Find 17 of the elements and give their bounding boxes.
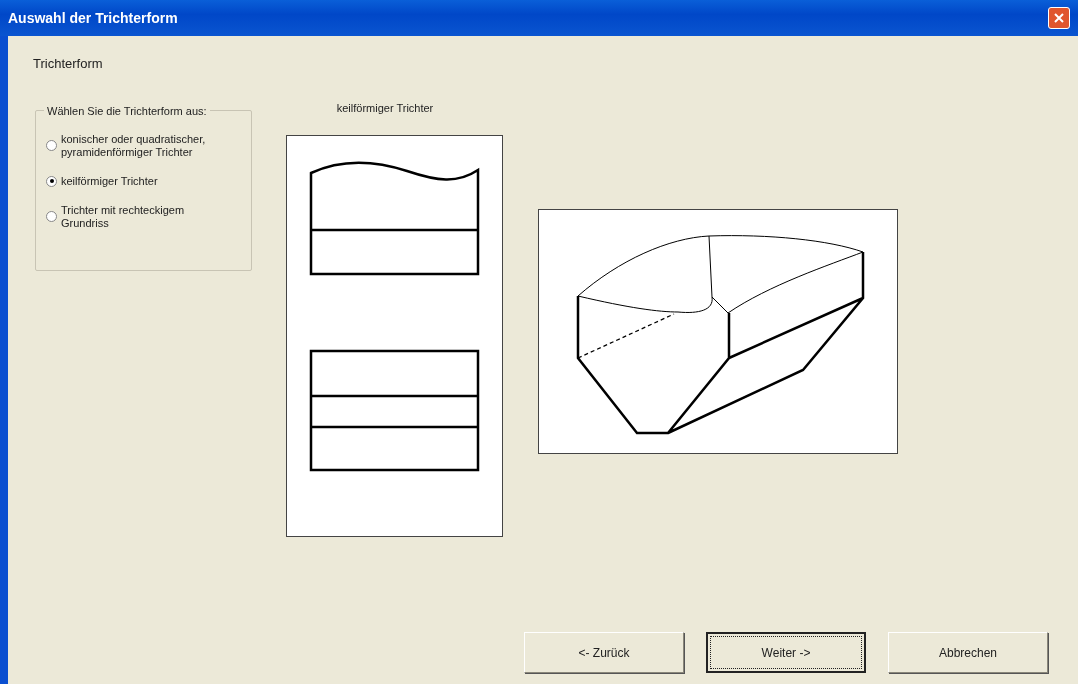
- page-heading: Trichterform: [33, 55, 104, 73]
- radio-button[interactable]: [46, 175, 57, 187]
- radio-button[interactable]: [46, 140, 57, 151]
- wizard-button[interactable]: <- Zurück: [524, 632, 684, 673]
- option-label: konischer oder quadratischer, pyramidenförmiger Trichter: [61, 132, 207, 159]
- option-label: Trichter mit rechteckigem Grundriss: [61, 203, 186, 230]
- preview-caption: keilförmiger Trichter: [335, 100, 435, 116]
- option-label: keilförmiger Trichter: [61, 174, 158, 188]
- radio-option[interactable]: konischer oder quadratischer, pyramidenförmiger Trichter: [46, 132, 241, 159]
- radio-button[interactable]: [46, 211, 57, 222]
- close-icon: [1053, 12, 1065, 24]
- window-title: Auswahl der Trichterform: [8, 8, 178, 28]
- close-button[interactable]: [1048, 7, 1070, 29]
- radio-option[interactable]: keilförmiger Trichter: [46, 174, 241, 188]
- wizard-button[interactable]: Weiter ->: [706, 632, 866, 673]
- radio-option[interactable]: Trichter mit rechteckigem Grundriss: [46, 203, 241, 230]
- wizard-button[interactable]: Abbrechen: [888, 632, 1048, 673]
